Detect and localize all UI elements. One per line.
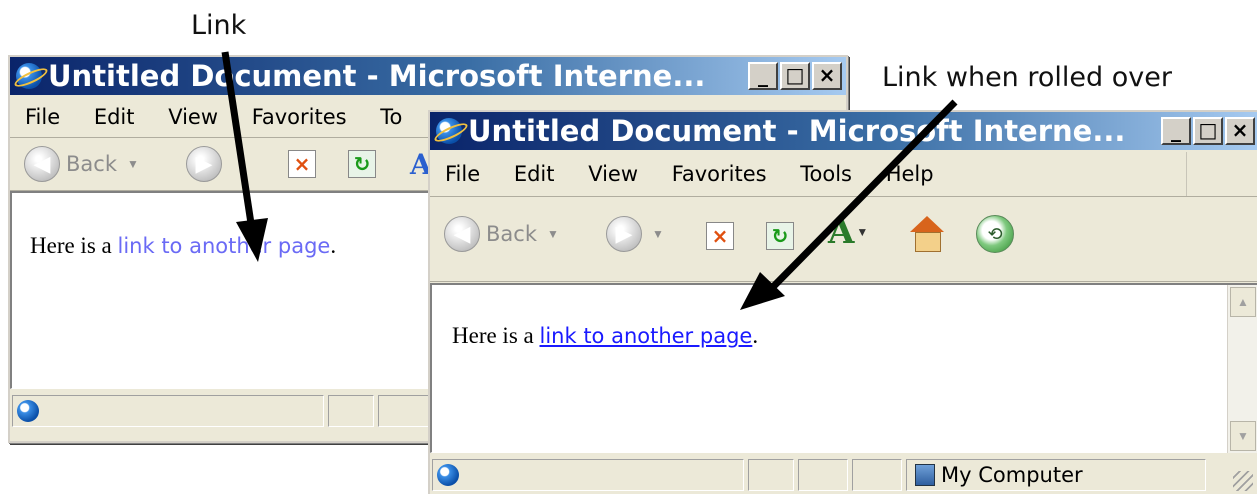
status-bar: My Computer	[430, 455, 1257, 494]
menu-view[interactable]: View	[588, 152, 638, 196]
menu-edit[interactable]: Edit	[514, 152, 555, 196]
stop-button[interactable]: ×	[706, 217, 734, 255]
refresh-button[interactable]: ↻	[348, 145, 376, 183]
menu-help[interactable]: Help	[886, 152, 934, 196]
home-button[interactable]	[908, 215, 946, 253]
menu-bar: File Edit View Favorites Tools Help	[430, 152, 1257, 197]
resize-grip-icon[interactable]	[1233, 471, 1253, 491]
close-button[interactable]: ×	[812, 62, 842, 90]
text-size-button[interactable]: A ▼	[828, 212, 868, 252]
chevron-down-icon[interactable]: ▼	[127, 157, 139, 171]
body-prefix: Here is a	[452, 323, 540, 348]
window-title: Untitled Document - Microsoft Interne...	[48, 59, 706, 93]
back-button[interactable]: ◀ Back ▼	[24, 145, 139, 183]
stop-button[interactable]: ×	[288, 145, 316, 183]
status-pane	[748, 459, 794, 491]
forward-button[interactable]: ▶ ▼	[606, 215, 664, 253]
menu-edit[interactable]: Edit	[94, 97, 135, 137]
history-button[interactable]: ⟲	[976, 215, 1014, 253]
menu-view[interactable]: View	[168, 97, 218, 137]
maximize-button[interactable]: □	[780, 62, 810, 90]
annotation-rollover-label: Link when rolled over	[882, 62, 1172, 93]
menu-favorites[interactable]: Favorites	[672, 152, 767, 196]
body-prefix: Here is a	[30, 233, 118, 258]
menu-favorites[interactable]: Favorites	[252, 97, 347, 137]
status-pane	[328, 395, 374, 427]
back-label: Back	[486, 222, 537, 246]
forward-button[interactable]: ▶	[186, 145, 222, 183]
status-zone-text: My Computer	[941, 463, 1083, 487]
status-main-pane	[432, 459, 744, 491]
chevron-down-icon[interactable]: ▼	[856, 225, 868, 239]
toolbar: ◀ Back ▼ ▶ ▼ × ↻ A ▼ ⟲	[430, 197, 1257, 282]
menu-tools[interactable]: To	[380, 97, 402, 137]
chevron-down-icon[interactable]: ▼	[652, 227, 664, 241]
body-suffix: .	[752, 323, 759, 348]
ie-page-icon	[437, 464, 459, 486]
page-body-text: Here is a link to another page.	[30, 233, 336, 259]
back-icon: ◀	[444, 216, 480, 252]
menu-tools[interactable]: Tools	[800, 152, 852, 196]
refresh-button[interactable]: ↻	[766, 217, 794, 255]
refresh-icon: ↻	[348, 150, 376, 178]
page-body-text: Here is a link to another page.	[452, 323, 758, 349]
chevron-down-icon[interactable]: ▼	[547, 227, 559, 241]
title-bar[interactable]: Untitled Document - Microsoft Interne...…	[10, 57, 846, 95]
body-suffix: .	[330, 233, 337, 258]
ie-logo-icon	[436, 118, 462, 144]
status-pane	[798, 459, 848, 491]
status-main-pane	[12, 395, 324, 427]
browser-window-front: Untitled Document - Microsoft Interne...…	[428, 110, 1257, 494]
scroll-down-arrow[interactable]: ▼	[1230, 421, 1256, 451]
text-size-icon: A	[828, 212, 855, 252]
page-content: Here is a link to another page. ▲ ▼	[430, 283, 1257, 453]
ie-page-icon	[17, 400, 39, 422]
status-zone-pane: My Computer	[906, 459, 1206, 491]
window-title: Untitled Document - Microsoft Interne...	[468, 114, 1126, 148]
status-pane	[852, 459, 902, 491]
stop-icon: ×	[706, 222, 734, 250]
forward-icon: ▶	[186, 146, 222, 182]
hyperlink[interactable]: link to another page	[118, 234, 331, 258]
maximize-button[interactable]: □	[1193, 117, 1223, 145]
home-icon	[908, 216, 946, 252]
back-icon: ◀	[24, 146, 60, 182]
stop-icon: ×	[288, 150, 316, 178]
refresh-icon: ↻	[766, 222, 794, 250]
menu-file[interactable]: File	[25, 97, 60, 137]
ie-logo-icon	[16, 63, 42, 89]
back-label: Back	[66, 152, 117, 176]
title-bar[interactable]: Untitled Document - Microsoft Interne...…	[430, 112, 1257, 150]
menu-file[interactable]: File	[445, 152, 480, 196]
history-icon: ⟲	[976, 215, 1014, 253]
minimize-button[interactable]: _	[748, 62, 778, 90]
back-button[interactable]: ◀ Back ▼	[444, 215, 559, 253]
close-button[interactable]: ×	[1225, 117, 1255, 145]
windows-logo-icon	[1186, 152, 1257, 196]
minimize-button[interactable]: _	[1161, 117, 1191, 145]
annotation-link-label: Link	[191, 10, 247, 41]
computer-icon	[915, 464, 935, 486]
scroll-up-arrow[interactable]: ▲	[1230, 287, 1256, 317]
hyperlink-hovered[interactable]: link to another page	[540, 324, 753, 348]
forward-icon: ▶	[606, 216, 642, 252]
vertical-scrollbar[interactable]: ▲ ▼	[1227, 285, 1257, 453]
